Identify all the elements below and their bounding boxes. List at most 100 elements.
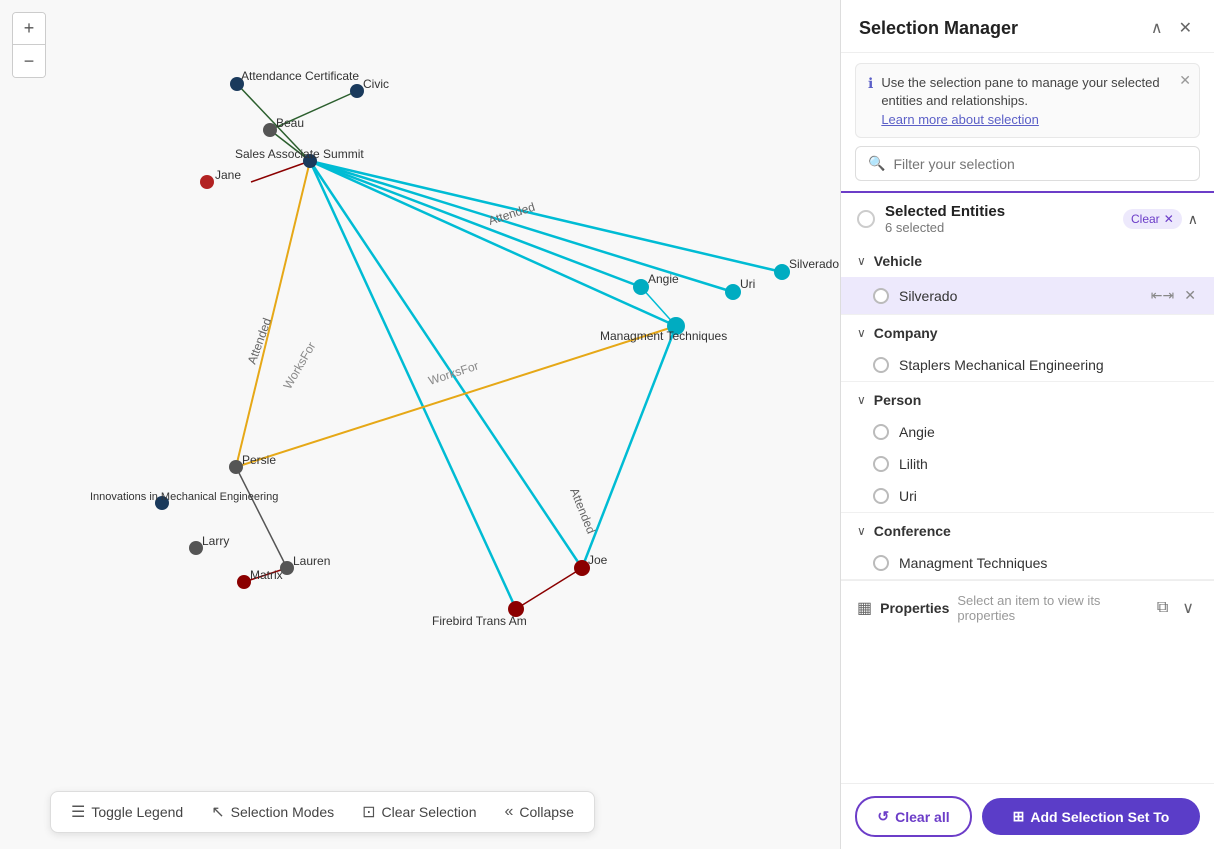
entity-mgmt-tech-radio[interactable]	[873, 555, 889, 571]
clear-all-icon: ↺	[877, 808, 889, 825]
add-selection-icon: ⊞	[1013, 808, 1025, 825]
label-uri: Uri	[740, 277, 755, 291]
edge-joe-firebird	[516, 568, 582, 609]
properties-label: Properties	[880, 600, 949, 616]
chevron-person-icon: ∨	[857, 393, 866, 407]
chevron-vehicle-icon: ∨	[857, 254, 866, 268]
entity-silverado-remove-button[interactable]: ✕	[1182, 285, 1198, 306]
graph-svg: Attended Attended WorksFor WorksFor Atte…	[0, 0, 840, 760]
label-attendance-cert: Attendance Certificate	[241, 69, 359, 83]
filter-wrap: 🔍	[841, 146, 1214, 191]
clear-entities-label: Clear	[1131, 212, 1160, 226]
entity-silverado[interactable]: Silverado ⇤⇥ ✕	[841, 277, 1214, 314]
collapse-item[interactable]: « Collapse	[504, 803, 573, 821]
category-conference-header[interactable]: ∨ Conference	[841, 513, 1214, 547]
node-beau[interactable]	[263, 123, 277, 137]
panel-header-icons: ∧ ✕	[1147, 16, 1196, 40]
label-civic: Civic	[363, 77, 389, 91]
label-lauren: Lauren	[293, 554, 330, 568]
properties-expand-button[interactable]: ⧉	[1153, 597, 1172, 619]
filter-input[interactable]	[893, 156, 1187, 172]
node-jane[interactable]	[200, 175, 214, 189]
entity-staplers-radio[interactable]	[873, 357, 889, 373]
selected-entities-right: Clear ✕ ∧	[1123, 209, 1198, 229]
node-civic[interactable]	[350, 84, 364, 98]
chevron-conference-icon: ∨	[857, 524, 866, 538]
selected-entities-info: Selected Entities 6 selected	[885, 203, 1005, 235]
label-silverado: Silverado	[789, 257, 839, 271]
entity-uri-name: Uri	[899, 488, 917, 504]
entity-mgmt-tech[interactable]: Managment Techniques	[841, 547, 1214, 579]
entity-silverado-name: Silverado	[899, 288, 957, 304]
selected-entities-header: Selected Entities 6 selected Clear ✕ ∧	[841, 191, 1214, 243]
clear-selection-item[interactable]: ⊡ Clear Selection	[362, 802, 476, 822]
info-close-button[interactable]: ✕	[1179, 72, 1191, 89]
entity-staplers[interactable]: Staplers Mechanical Engineering	[841, 349, 1214, 381]
zoom-out-button[interactable]: −	[13, 45, 45, 77]
properties-icon: ▦	[857, 598, 872, 618]
category-person-header[interactable]: ∨ Person	[841, 382, 1214, 416]
info-link[interactable]: Learn more about selection	[881, 112, 1187, 127]
node-angie[interactable]	[633, 279, 649, 295]
entity-lilith-radio[interactable]	[873, 456, 889, 472]
entity-silverado-actions: ⇤⇥ ✕	[1149, 285, 1198, 306]
entity-lilith-name: Lilith	[899, 456, 928, 472]
collapse-panel-button[interactable]: ∧	[1147, 16, 1167, 40]
node-lauren[interactable]	[280, 561, 294, 575]
selection-modes-label: Selection Modes	[231, 804, 335, 820]
entity-uri-radio[interactable]	[873, 488, 889, 504]
info-text: Use the selection pane to manage your se…	[881, 75, 1159, 108]
node-larry[interactable]	[189, 541, 203, 555]
panel-content[interactable]: Selected Entities 6 selected Clear ✕ ∧ ∨…	[841, 191, 1214, 783]
zoom-in-button[interactable]: +	[13, 13, 45, 45]
properties-collapse-button[interactable]: ∨	[1178, 596, 1198, 620]
bottom-toolbar: ☰ Toggle Legend ↖ Selection Modes ⊡ Clea…	[50, 791, 595, 833]
entity-silverado-focus-button[interactable]: ⇤⇥	[1149, 285, 1176, 306]
info-content: Use the selection pane to manage your se…	[881, 74, 1187, 127]
category-vehicle-name: Vehicle	[874, 253, 922, 269]
selected-entities-left: Selected Entities 6 selected	[857, 203, 1005, 235]
panel-footer: ↺ Clear all ⊞ Add Selection Set To	[841, 783, 1214, 849]
clear-selection-icon: ⊡	[362, 802, 375, 822]
category-company-header[interactable]: ∨ Company	[841, 315, 1214, 349]
label-persie: Persie	[242, 453, 276, 467]
entity-silverado-radio[interactable]	[873, 288, 889, 304]
label-summit: Sales Associate Summit	[235, 147, 364, 161]
edge-summit-silverado	[310, 161, 782, 272]
edge-jane-summit	[251, 161, 310, 182]
entity-mgmt-tech-left: Managment Techniques	[873, 555, 1047, 571]
entity-angie-left: Angie	[873, 424, 935, 440]
entity-lilith[interactable]: Lilith	[841, 448, 1214, 480]
filter-input-wrap: 🔍	[855, 146, 1200, 181]
selection-modes-item[interactable]: ↖ Selection Modes	[211, 802, 334, 822]
clear-all-label: Clear all	[895, 809, 949, 825]
graph-canvas[interactable]: Attended Attended WorksFor WorksFor Atte…	[0, 0, 840, 849]
node-uri[interactable]	[725, 284, 741, 300]
entity-uri[interactable]: Uri	[841, 480, 1214, 512]
node-silverado[interactable]	[774, 264, 790, 280]
clear-entities-button[interactable]: Clear ✕	[1123, 209, 1182, 229]
entity-angie[interactable]: Angie	[841, 416, 1214, 448]
properties-right: ⧉ ∨	[1153, 596, 1198, 620]
label-beau: Beau	[276, 116, 304, 130]
node-matrix[interactable]	[237, 575, 251, 589]
label-joe: Joe	[588, 553, 608, 567]
entity-lilith-left: Lilith	[873, 456, 928, 472]
selected-entities-title: Selected Entities	[885, 203, 1005, 220]
properties-left: ▦ Properties Select an item to view its …	[857, 593, 1153, 623]
category-vehicle-header[interactable]: ∨ Vehicle	[841, 243, 1214, 277]
collapse-entities-button[interactable]: ∧	[1188, 211, 1198, 228]
clear-all-button[interactable]: ↺ Clear all	[855, 796, 972, 837]
selected-entities-count: 6 selected	[885, 220, 1005, 235]
toggle-legend-item[interactable]: ☰ Toggle Legend	[71, 802, 183, 822]
label-matrix: Matrix	[250, 568, 283, 582]
entity-angie-radio[interactable]	[873, 424, 889, 440]
edge-summit-persie	[236, 161, 310, 467]
label-larry: Larry	[202, 534, 229, 548]
close-panel-button[interactable]: ✕	[1175, 16, 1196, 40]
selected-entities-radio[interactable]	[857, 210, 875, 228]
chevron-company-icon: ∨	[857, 326, 866, 340]
add-selection-button[interactable]: ⊞ Add Selection Set To	[982, 798, 1200, 835]
toggle-legend-icon: ☰	[71, 802, 85, 822]
node-persie[interactable]	[229, 460, 243, 474]
